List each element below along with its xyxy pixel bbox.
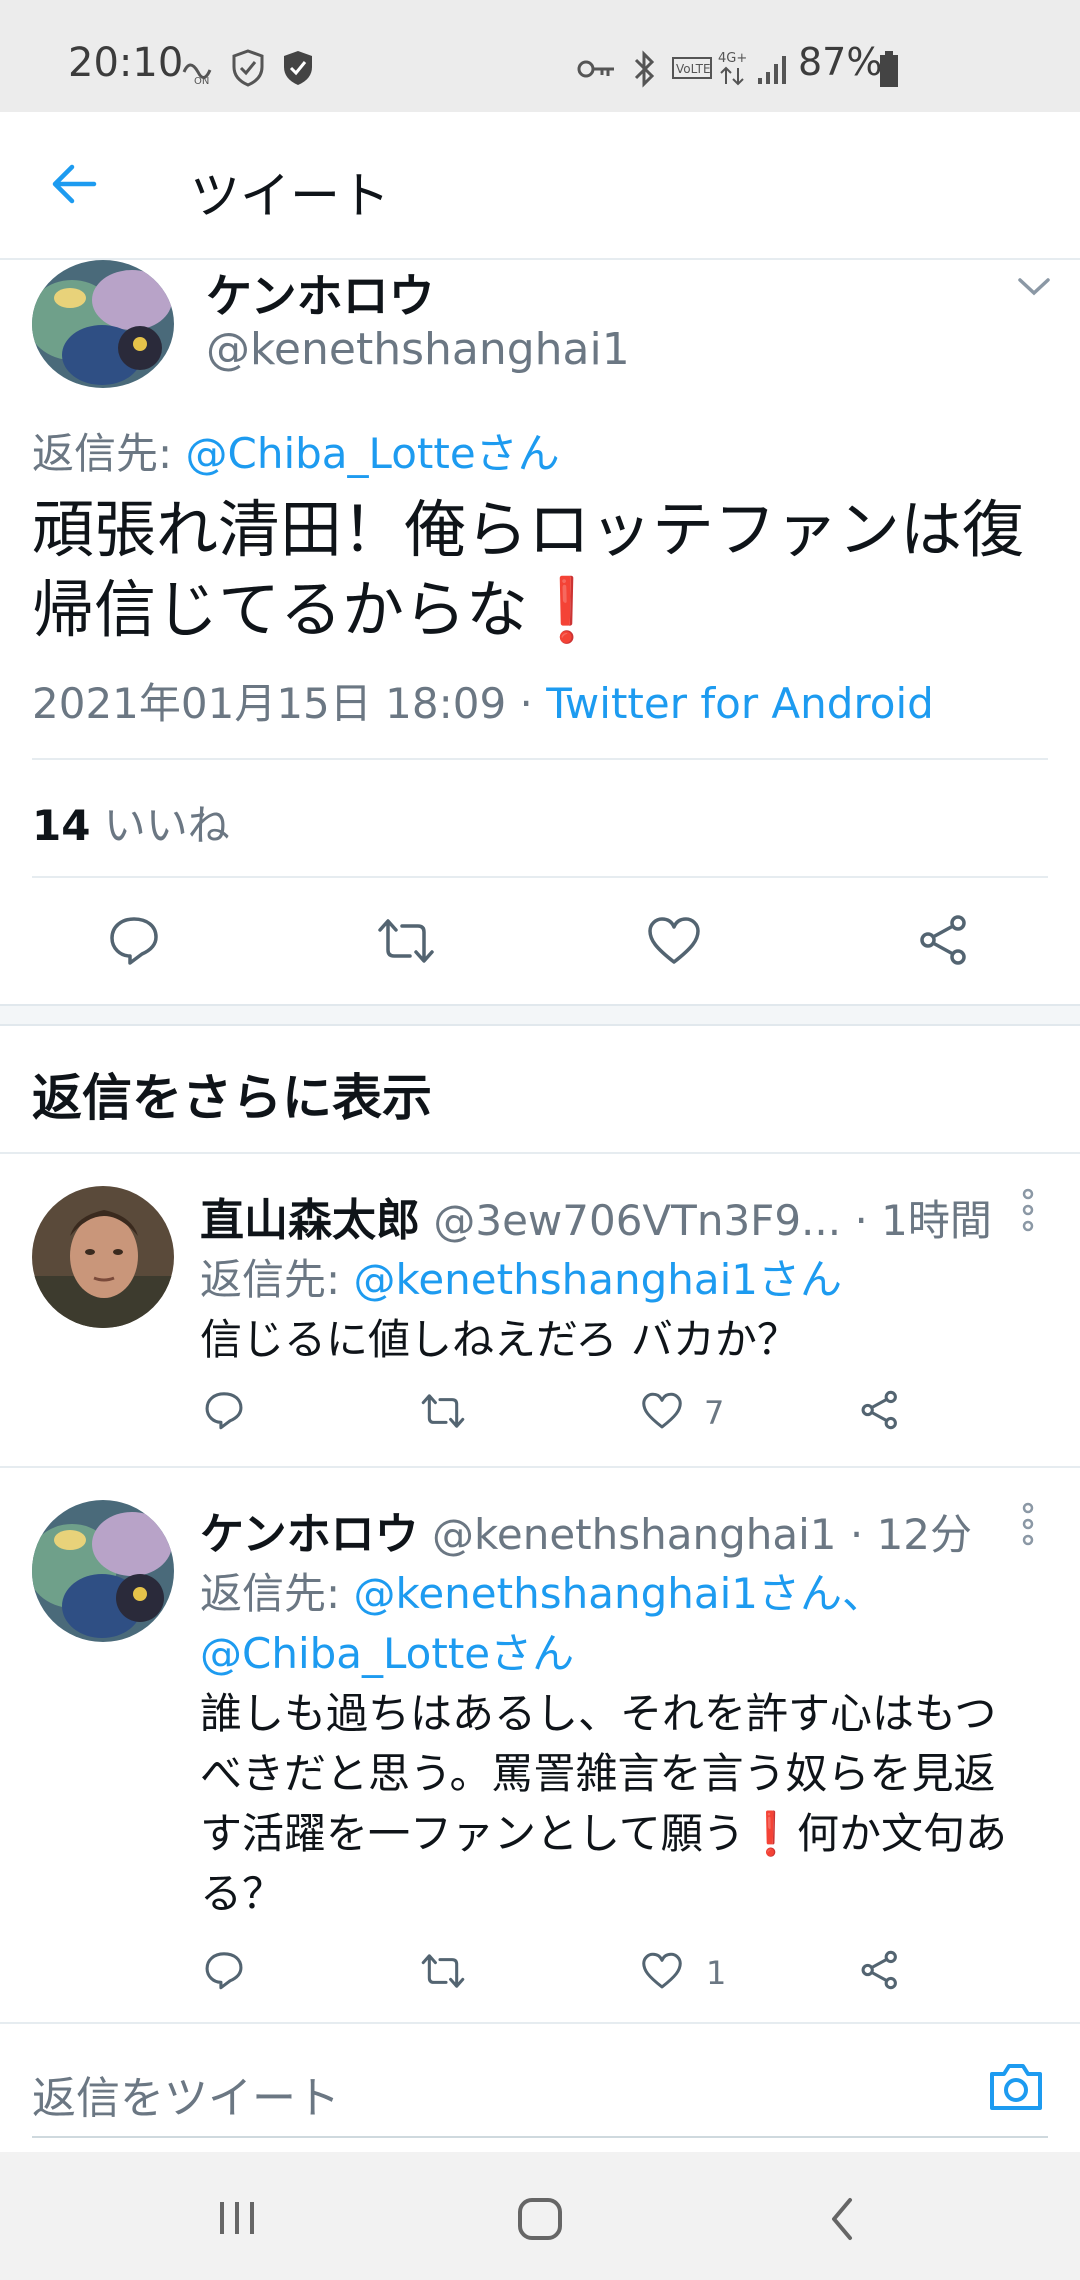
network-4g-icon: 4G+: [718, 51, 747, 86]
more-vertical-icon[interactable]: [1018, 1502, 1038, 1546]
reply-to-link[interactable]: @kenethshanghai1さん、: [354, 1569, 884, 1618]
divider: [32, 758, 1048, 760]
red-exclamation-icon: ❗: [744, 1809, 798, 1858]
reply-to-line: 返信先: @kenethshanghai1さん、: [200, 1560, 884, 1621]
reply-prefix: 返信先:: [200, 1255, 354, 1304]
reply-tweet[interactable]: ケンホロウ @kenethshanghai1 · 12分 返信先: @kenet…: [0, 1468, 1080, 2022]
tweet-meta: 2021年01月15日 18:09 · Twitter for Android: [32, 670, 934, 731]
vpn-key-icon: [577, 60, 614, 78]
navigation-bar: [0, 2152, 1080, 2280]
likes-count: 14: [32, 801, 91, 850]
display-name[interactable]: ケンホロウ: [200, 1509, 419, 1560]
red-exclamation-icon: ❗: [528, 573, 606, 646]
reply-header: ケンホロウ @kenethshanghai1 · 12分: [200, 1498, 972, 1562]
reply-text-part: す活躍を一ファンとして願う: [200, 1809, 745, 1858]
share-icon[interactable]: [918, 914, 970, 966]
svg-text:VoLTE: VoLTE: [676, 62, 711, 76]
reply-tweet[interactable]: 直山森太郎 @3ew706VTn3F9... · 1時間 返信先: @kenet…: [0, 1154, 1080, 1466]
retweet-icon[interactable]: [418, 1392, 468, 1430]
display-name[interactable]: ケンホロウ: [206, 260, 435, 326]
shield-filled-icon: [284, 51, 312, 85]
reply-to-link[interactable]: @kenethshanghai1さん: [354, 1255, 842, 1304]
svg-text:ON: ON: [194, 76, 209, 86]
compose-underline: [32, 2136, 1048, 2138]
reply-prefix: 返信先:: [200, 1569, 354, 1618]
bluetooth-icon: [634, 50, 655, 88]
svg-text:4G+: 4G+: [718, 51, 747, 66]
reply-icon[interactable]: [108, 914, 160, 966]
reply-text-part: 何か文句あ: [797, 1809, 1008, 1858]
retweet-icon[interactable]: [374, 916, 438, 966]
user-handle[interactable]: @kenethshanghai1: [432, 1510, 836, 1559]
back-arrow-icon[interactable]: [50, 162, 98, 206]
share-icon[interactable]: [860, 1950, 900, 1990]
camera-icon[interactable]: [986, 2060, 1046, 2114]
avatar[interactable]: [32, 1500, 174, 1642]
reply-text-line: べきだと思う。罵詈雑言を言う奴らを見返: [200, 1749, 996, 1798]
reply-header: 直山森太郎 @3ew706VTn3F9... · 1時間: [200, 1184, 992, 1248]
reply-to-link[interactable]: @Chiba_Lotteさん: [200, 1620, 574, 1681]
reply-icon[interactable]: [204, 1390, 244, 1430]
retweet-icon[interactable]: [418, 1952, 468, 1990]
reply-text-line: 誰しも過ちはあるし、それを許す心はもつ: [200, 1689, 997, 1738]
reply-compose-input[interactable]: 返信をツイート: [32, 2062, 340, 2126]
nfc-icon: ON: [182, 63, 212, 86]
reply-text: 信じるに値しねえだろ バカか？: [200, 1315, 799, 1364]
reply-to-line: 返信先: @kenethshanghai1さん: [200, 1246, 842, 1307]
main-tweet: ケンホロウ @kenethshanghai1 返信先: @Chiba_Lotte…: [0, 260, 1080, 1004]
battery-percent: 87%: [798, 40, 883, 84]
section-separator: [0, 1004, 1080, 1026]
share-icon[interactable]: [860, 1390, 900, 1430]
status-time: 20:10: [68, 40, 184, 86]
reply-text: 誰しも過ちはあるし、それを許す心はもつ べきだと思う。罵詈雑言を言う奴らを見返 …: [200, 1684, 1060, 1924]
home-icon[interactable]: [516, 2196, 564, 2242]
user-handle[interactable]: @kenethshanghai1: [206, 324, 630, 375]
like-count: 7: [704, 1394, 725, 1432]
like-icon[interactable]: [640, 1952, 684, 1990]
reply-text-line: す活躍を一ファンとして願う❗何か文句あ: [200, 1804, 1060, 1864]
tweet-timestamp: 2021年01月15日 18:09 ·: [32, 679, 547, 728]
like-icon[interactable]: [640, 1392, 684, 1430]
divider: [32, 876, 1048, 878]
app-bar: ツイート: [0, 112, 1080, 260]
volte-icon: VoLTE: [672, 57, 712, 79]
reply-icon[interactable]: [204, 1950, 244, 1990]
more-replies-header[interactable]: 返信をさらに表示: [32, 1058, 432, 1130]
signal-icon: [758, 56, 786, 84]
compose-bar: 返信をツイート: [0, 2024, 1080, 2152]
recents-icon[interactable]: [214, 2198, 260, 2238]
reply-to-line: 返信先: @Chiba_Lotteさん: [32, 420, 560, 481]
display-name[interactable]: 直山森太郎: [200, 1195, 420, 1246]
avatar[interactable]: [32, 260, 174, 388]
likes-stat[interactable]: 14 いいね: [32, 792, 230, 853]
likes-label: いいね: [90, 801, 230, 850]
avatar[interactable]: [32, 1186, 174, 1328]
reply-time: · 12分: [836, 1510, 973, 1559]
reply-prefix: 返信先:: [32, 429, 186, 478]
page-title: ツイート: [190, 167, 390, 225]
user-handle[interactable]: @3ew706VTn3F9...: [433, 1196, 841, 1245]
reply-text-line: る？: [200, 1869, 285, 1918]
more-vertical-icon[interactable]: [1018, 1188, 1038, 1232]
tweet-text: 頑張れ清田！俺らロッテファンは復帰信じてるからな❗: [32, 490, 1052, 650]
status-bar: 20:10 ON VoLTE 4G+ 87%: [0, 0, 1080, 112]
like-icon[interactable]: [646, 916, 702, 966]
back-nav-icon[interactable]: [826, 2196, 858, 2242]
shield-outline-icon: [232, 49, 264, 87]
chevron-down-icon[interactable]: [1016, 274, 1052, 298]
battery-icon: [880, 51, 898, 87]
like-count: 1: [706, 1954, 727, 1992]
reply-time: · 1時間: [841, 1196, 992, 1245]
tweet-source-link[interactable]: Twitter for Android: [546, 679, 934, 728]
reply-to-link[interactable]: @Chiba_Lotteさん: [186, 429, 560, 478]
